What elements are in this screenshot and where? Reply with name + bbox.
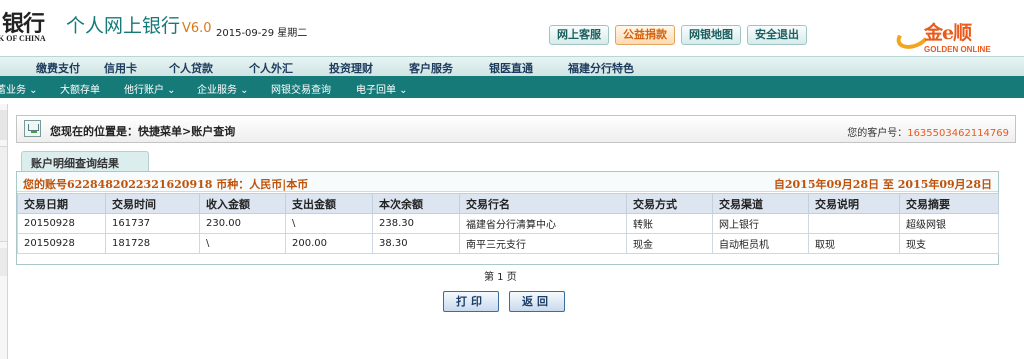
- customer-number-value: 1635503462114769: [907, 128, 1009, 139]
- cell-time: 181728: [105, 233, 200, 254]
- cell-description: 取现: [808, 233, 900, 254]
- cell-income: \: [199, 233, 286, 254]
- golden-online-logo: 金e顺 GOLDEN ONLINE: [893, 20, 1022, 56]
- date-range: 自2015年09月28日 至 2015年09月28日: [773, 178, 992, 191]
- golden-online-text: 金e顺: [924, 22, 972, 44]
- cell-expense: \: [285, 213, 373, 234]
- customer-number: 您的客户号：1635503462114769: [847, 124, 1009, 139]
- col-header-branch: 交易行名: [459, 193, 627, 214]
- sidebar-segment: [0, 248, 7, 276]
- site-title: 个人网上银行 V6.0: [66, 11, 212, 38]
- subnav-other-bank-accounts[interactable]: 他行账户 ⌄: [124, 81, 176, 96]
- subnav-enterprise-services[interactable]: 企业服务 ⌄: [197, 81, 249, 96]
- bank-name-en: K OF CHINA: [0, 34, 46, 43]
- col-header-description: 交易说明: [808, 193, 900, 214]
- table-row: 20150928 181728 \ 200.00 38.30 南平三元支行 现金…: [17, 233, 999, 254]
- bank-logo: 银行 K OF CHINA: [0, 6, 60, 46]
- nav-credit-card[interactable]: 信用卡: [104, 60, 137, 76]
- table-row: 20150928 161737 230.00 \ 238.30 福建省分行清算中…: [17, 213, 999, 234]
- table-header-row: 交易日期 交易时间 收入金额 支出金额 本次余额 交易行名 交易方式 交易渠道 …: [17, 193, 999, 214]
- header-buttons: 网上客服 公益捐款 网银地图 安全退出: [549, 25, 807, 45]
- nav-forex[interactable]: 个人外汇: [249, 60, 293, 76]
- cell-channel: 网上银行: [712, 213, 809, 234]
- subnav-transaction-query[interactable]: 网银交易查询: [271, 81, 331, 96]
- account-info: 您的账号6228482022321620918 币种：人民币|本币: [23, 178, 309, 191]
- col-header-date: 交易日期: [17, 193, 106, 214]
- cell-summary: 超级网银: [899, 213, 999, 234]
- page-indicator: 第 1 页: [484, 272, 517, 283]
- cell-branch: 福建省分行清算中心: [459, 213, 627, 234]
- subnav-e-receipt[interactable]: 电子回单 ⌄: [356, 81, 408, 96]
- golden-online-subtext: GOLDEN ONLINE: [924, 45, 991, 54]
- version-label: V6.0: [182, 21, 212, 36]
- current-date: 2015-09-29 星期二: [216, 28, 308, 39]
- transaction-table: 交易日期 交易时间 收入金额 支出金额 本次余额 交易行名 交易方式 交易渠道 …: [17, 193, 999, 254]
- tab-label: 账户明细查询结果: [31, 157, 119, 170]
- bank-map-button[interactable]: 网银地图: [681, 25, 741, 45]
- cell-date: 20150928: [17, 233, 106, 254]
- col-header-summary: 交易摘要: [899, 193, 999, 214]
- customer-number-label: 您的客户号：: [847, 128, 908, 139]
- nav-customer-service[interactable]: 客户服务: [409, 60, 453, 76]
- subnav-large-deposit[interactable]: 大额存单: [60, 81, 100, 96]
- left-sidebar-collapsed[interactable]: [0, 104, 8, 359]
- col-header-income: 收入金额: [199, 193, 286, 214]
- cell-expense: 200.00: [285, 233, 373, 254]
- tab-account-detail-result[interactable]: 账户明细查询结果: [21, 151, 149, 172]
- cell-branch: 南平三元支行: [459, 233, 627, 254]
- cell-description: [808, 213, 900, 234]
- cell-income: 230.00: [199, 213, 286, 234]
- col-header-time: 交易时间: [105, 193, 200, 214]
- col-header-channel: 交易渠道: [712, 193, 809, 214]
- print-button[interactable]: 打印: [443, 291, 499, 312]
- online-service-button[interactable]: 网上客服: [549, 25, 609, 45]
- location-bar: 您现在的位置是：快捷菜单>账户查询 您的客户号：1635503462114769: [16, 115, 1016, 143]
- main-nav: 缴费支付 信用卡 个人贷款 个人外汇 投资理财 客户服务 银医直通 福建分行特色: [0, 56, 1024, 76]
- back-button[interactable]: 返回: [509, 291, 565, 312]
- sidebar-segment: [0, 110, 7, 140]
- col-header-balance: 本次余额: [372, 193, 460, 214]
- cell-balance: 238.30: [372, 213, 460, 234]
- cell-method: 现金: [626, 233, 713, 254]
- cell-channel: 自动柜员机: [712, 233, 809, 254]
- header: 银行 K OF CHINA 个人网上银行 V6.0 2015-09-29 星期二 …: [0, 0, 1024, 54]
- col-header-method: 交易方式: [626, 193, 713, 214]
- subnav-savings[interactable]: 蓄业务 ⌄: [0, 81, 38, 96]
- account-summary: 您的账号6228482022321620918 币种：人民币|本币 自2015年…: [17, 172, 998, 192]
- nav-payment[interactable]: 缴费支付: [36, 60, 80, 76]
- sub-nav: 蓄业务 ⌄ 大额存单 他行账户 ⌄ 企业服务 ⌄ 网银交易查询 电子回单 ⌄: [0, 76, 1024, 98]
- cell-method: 转账: [626, 213, 713, 234]
- charity-donation-button[interactable]: 公益捐款: [615, 25, 675, 45]
- location-icon: [24, 120, 41, 137]
- cell-time: 161737: [105, 213, 200, 234]
- col-header-expense: 支出金额: [285, 193, 373, 214]
- logout-button[interactable]: 安全退出: [747, 25, 807, 45]
- nav-investment[interactable]: 投资理财: [329, 60, 373, 76]
- breadcrumb: 您现在的位置是：快捷菜单>账户查询: [50, 125, 236, 138]
- result-panel: 您的账号6228482022321620918 币种：人民币|本币 自2015年…: [16, 171, 999, 265]
- nav-personal-loan[interactable]: 个人贷款: [169, 60, 213, 76]
- nav-fujian-branch[interactable]: 福建分行特色: [568, 60, 634, 76]
- cell-balance: 38.30: [372, 233, 460, 254]
- sidebar-segment: [0, 146, 7, 242]
- nav-medical[interactable]: 银医直通: [489, 60, 533, 76]
- site-title-text: 个人网上银行: [66, 15, 181, 37]
- cell-summary: 现支: [899, 233, 999, 254]
- cell-date: 20150928: [17, 213, 106, 234]
